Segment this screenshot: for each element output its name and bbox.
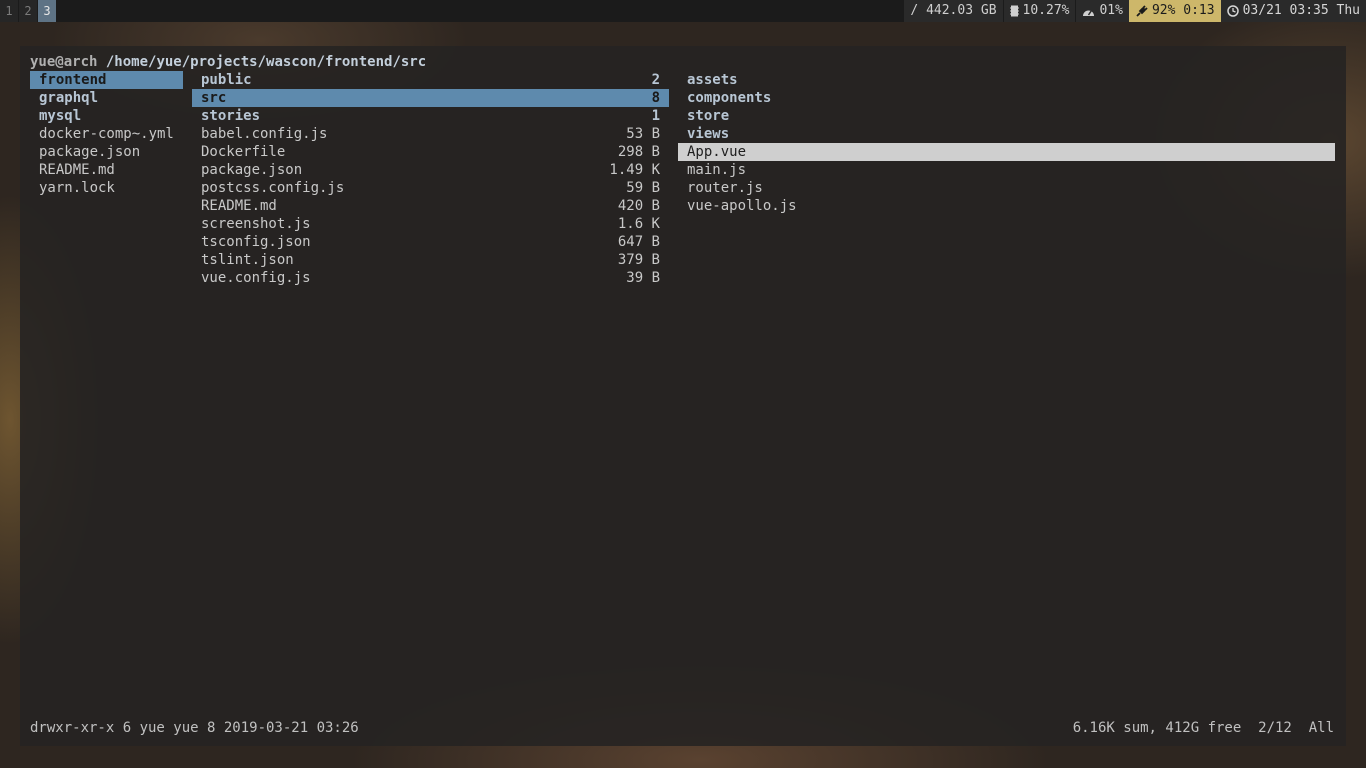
list-item[interactable]: package.json 1.49 K — [192, 161, 669, 179]
list-item[interactable]: README.md — [30, 161, 183, 179]
entry-size: 1.6 K — [617, 216, 660, 232]
list-item[interactable]: router.js — [678, 179, 1335, 197]
entry-name: tslint.json — [201, 252, 294, 268]
preview-column: assets components store views App.vue ma… — [678, 71, 1335, 215]
list-item[interactable]: assets — [678, 71, 1335, 89]
battery-status: 92% 0:13 — [1128, 0, 1221, 22]
plug-icon — [1135, 4, 1148, 18]
entry-size: 39 B — [626, 270, 660, 286]
entry-name: public — [201, 72, 252, 88]
entry-name: postcss.config.js — [201, 180, 345, 196]
entry-size: 2 — [651, 72, 660, 88]
list-item[interactable]: yarn.lock — [30, 179, 183, 197]
battery-level: 92% 0:13 — [1151, 3, 1215, 18]
entry-name: src — [201, 90, 227, 106]
entry-name: README.md — [201, 198, 277, 214]
speedometer-icon — [1082, 6, 1095, 17]
cpu-status: 01% — [1075, 0, 1129, 22]
workspace-2[interactable]: 2 — [19, 0, 37, 22]
list-item[interactable]: README.md 420 B — [192, 197, 669, 215]
list-item[interactable]: views — [678, 125, 1335, 143]
current-path: /home/yue/projects/wascon/frontend/src — [105, 54, 427, 70]
list-item[interactable]: postcss.config.js 59 B — [192, 179, 669, 197]
entry-name: Dockerfile — [201, 144, 286, 160]
entry-size: 647 B — [617, 234, 660, 250]
list-item[interactable]: babel.config.js 53 B — [192, 125, 669, 143]
cpu-usage: 01% — [1099, 3, 1123, 18]
list-item[interactable]: docker-comp~.yml — [30, 125, 183, 143]
clock-status: 03/21 03:35 Thu — [1220, 0, 1366, 22]
terminal-window[interactable]: yue@arch /home/yue/projects/wascon/front… — [20, 46, 1346, 746]
directory-summary-status: 6.16K sum, 412G free 2/12 All — [1072, 720, 1334, 736]
workspace-3[interactable]: 3 — [38, 0, 56, 22]
top-bar: 1 2 3 / 442.03 GB 10.27% 01% 92% 0:13 03… — [0, 0, 1366, 22]
entry-size: 420 B — [617, 198, 660, 214]
entry-name: tsconfig.json — [201, 234, 311, 250]
list-item[interactable]: frontend — [30, 71, 183, 89]
disk-status: / 442.03 GB — [903, 0, 1003, 22]
entry-name: screenshot.js — [201, 216, 311, 232]
clock-icon — [1226, 5, 1239, 17]
list-item[interactable]: App.vue — [678, 143, 1335, 161]
file-info-status: drwxr-xr-x 6 yue yue 8 2019-03-21 03:26 — [30, 720, 359, 736]
entry-size: 1 — [651, 108, 660, 124]
list-item[interactable]: store — [678, 107, 1335, 125]
list-item[interactable]: main.js — [678, 161, 1335, 179]
parent-directory-column: frontend graphql mysql docker-comp~.yml … — [30, 71, 183, 197]
memory-status: 10.27% — [1002, 0, 1076, 22]
entry-name: package.json — [201, 162, 303, 178]
entry-size: 53 B — [626, 126, 660, 142]
user-host: yue@arch — [30, 54, 98, 70]
list-item[interactable]: components — [678, 89, 1335, 107]
current-directory-column: public 2 src 8 stories 1 babel.config.js 53 … — [192, 71, 669, 287]
list-item[interactable]: tslint.json 379 B — [192, 251, 669, 269]
disk-usage: / 442.03 GB — [910, 3, 997, 18]
entry-size: 379 B — [617, 252, 660, 268]
entry-size: 298 B — [617, 144, 660, 160]
list-item[interactable]: vue-apollo.js — [678, 197, 1335, 215]
list-item[interactable]: src 8 — [192, 89, 669, 107]
list-item[interactable]: Dockerfile 298 B — [192, 143, 669, 161]
list-item[interactable]: public 2 — [192, 71, 669, 89]
list-item[interactable]: graphql — [30, 89, 183, 107]
list-item[interactable]: mysql — [30, 107, 183, 125]
entry-name: stories — [201, 108, 261, 124]
memory-icon — [1009, 5, 1019, 17]
list-item[interactable]: vue.config.js 39 B — [192, 269, 669, 287]
ranger-path-header: yue@arch /home/yue/projects/wascon/front… — [30, 53, 426, 71]
entry-size: 8 — [651, 90, 660, 106]
workspace-1[interactable]: 1 — [0, 0, 18, 22]
list-item[interactable]: tsconfig.json 647 B — [192, 233, 669, 251]
list-item[interactable]: screenshot.js 1.6 K — [192, 215, 669, 233]
status-area: / 442.03 GB 10.27% 01% 92% 0:13 03/21 03… — [903, 0, 1366, 22]
entry-size: 1.49 K — [609, 162, 660, 178]
entry-size: 59 B — [626, 180, 660, 196]
list-item[interactable]: package.json — [30, 143, 183, 161]
entry-name: babel.config.js — [201, 126, 328, 142]
workspace-list: 1 2 3 — [0, 0, 57, 22]
memory-usage: 10.27% — [1022, 3, 1070, 18]
clock-time: 03/21 03:35 Thu — [1242, 3, 1360, 18]
list-item[interactable]: stories 1 — [192, 107, 669, 125]
entry-name: vue.config.js — [201, 270, 311, 286]
